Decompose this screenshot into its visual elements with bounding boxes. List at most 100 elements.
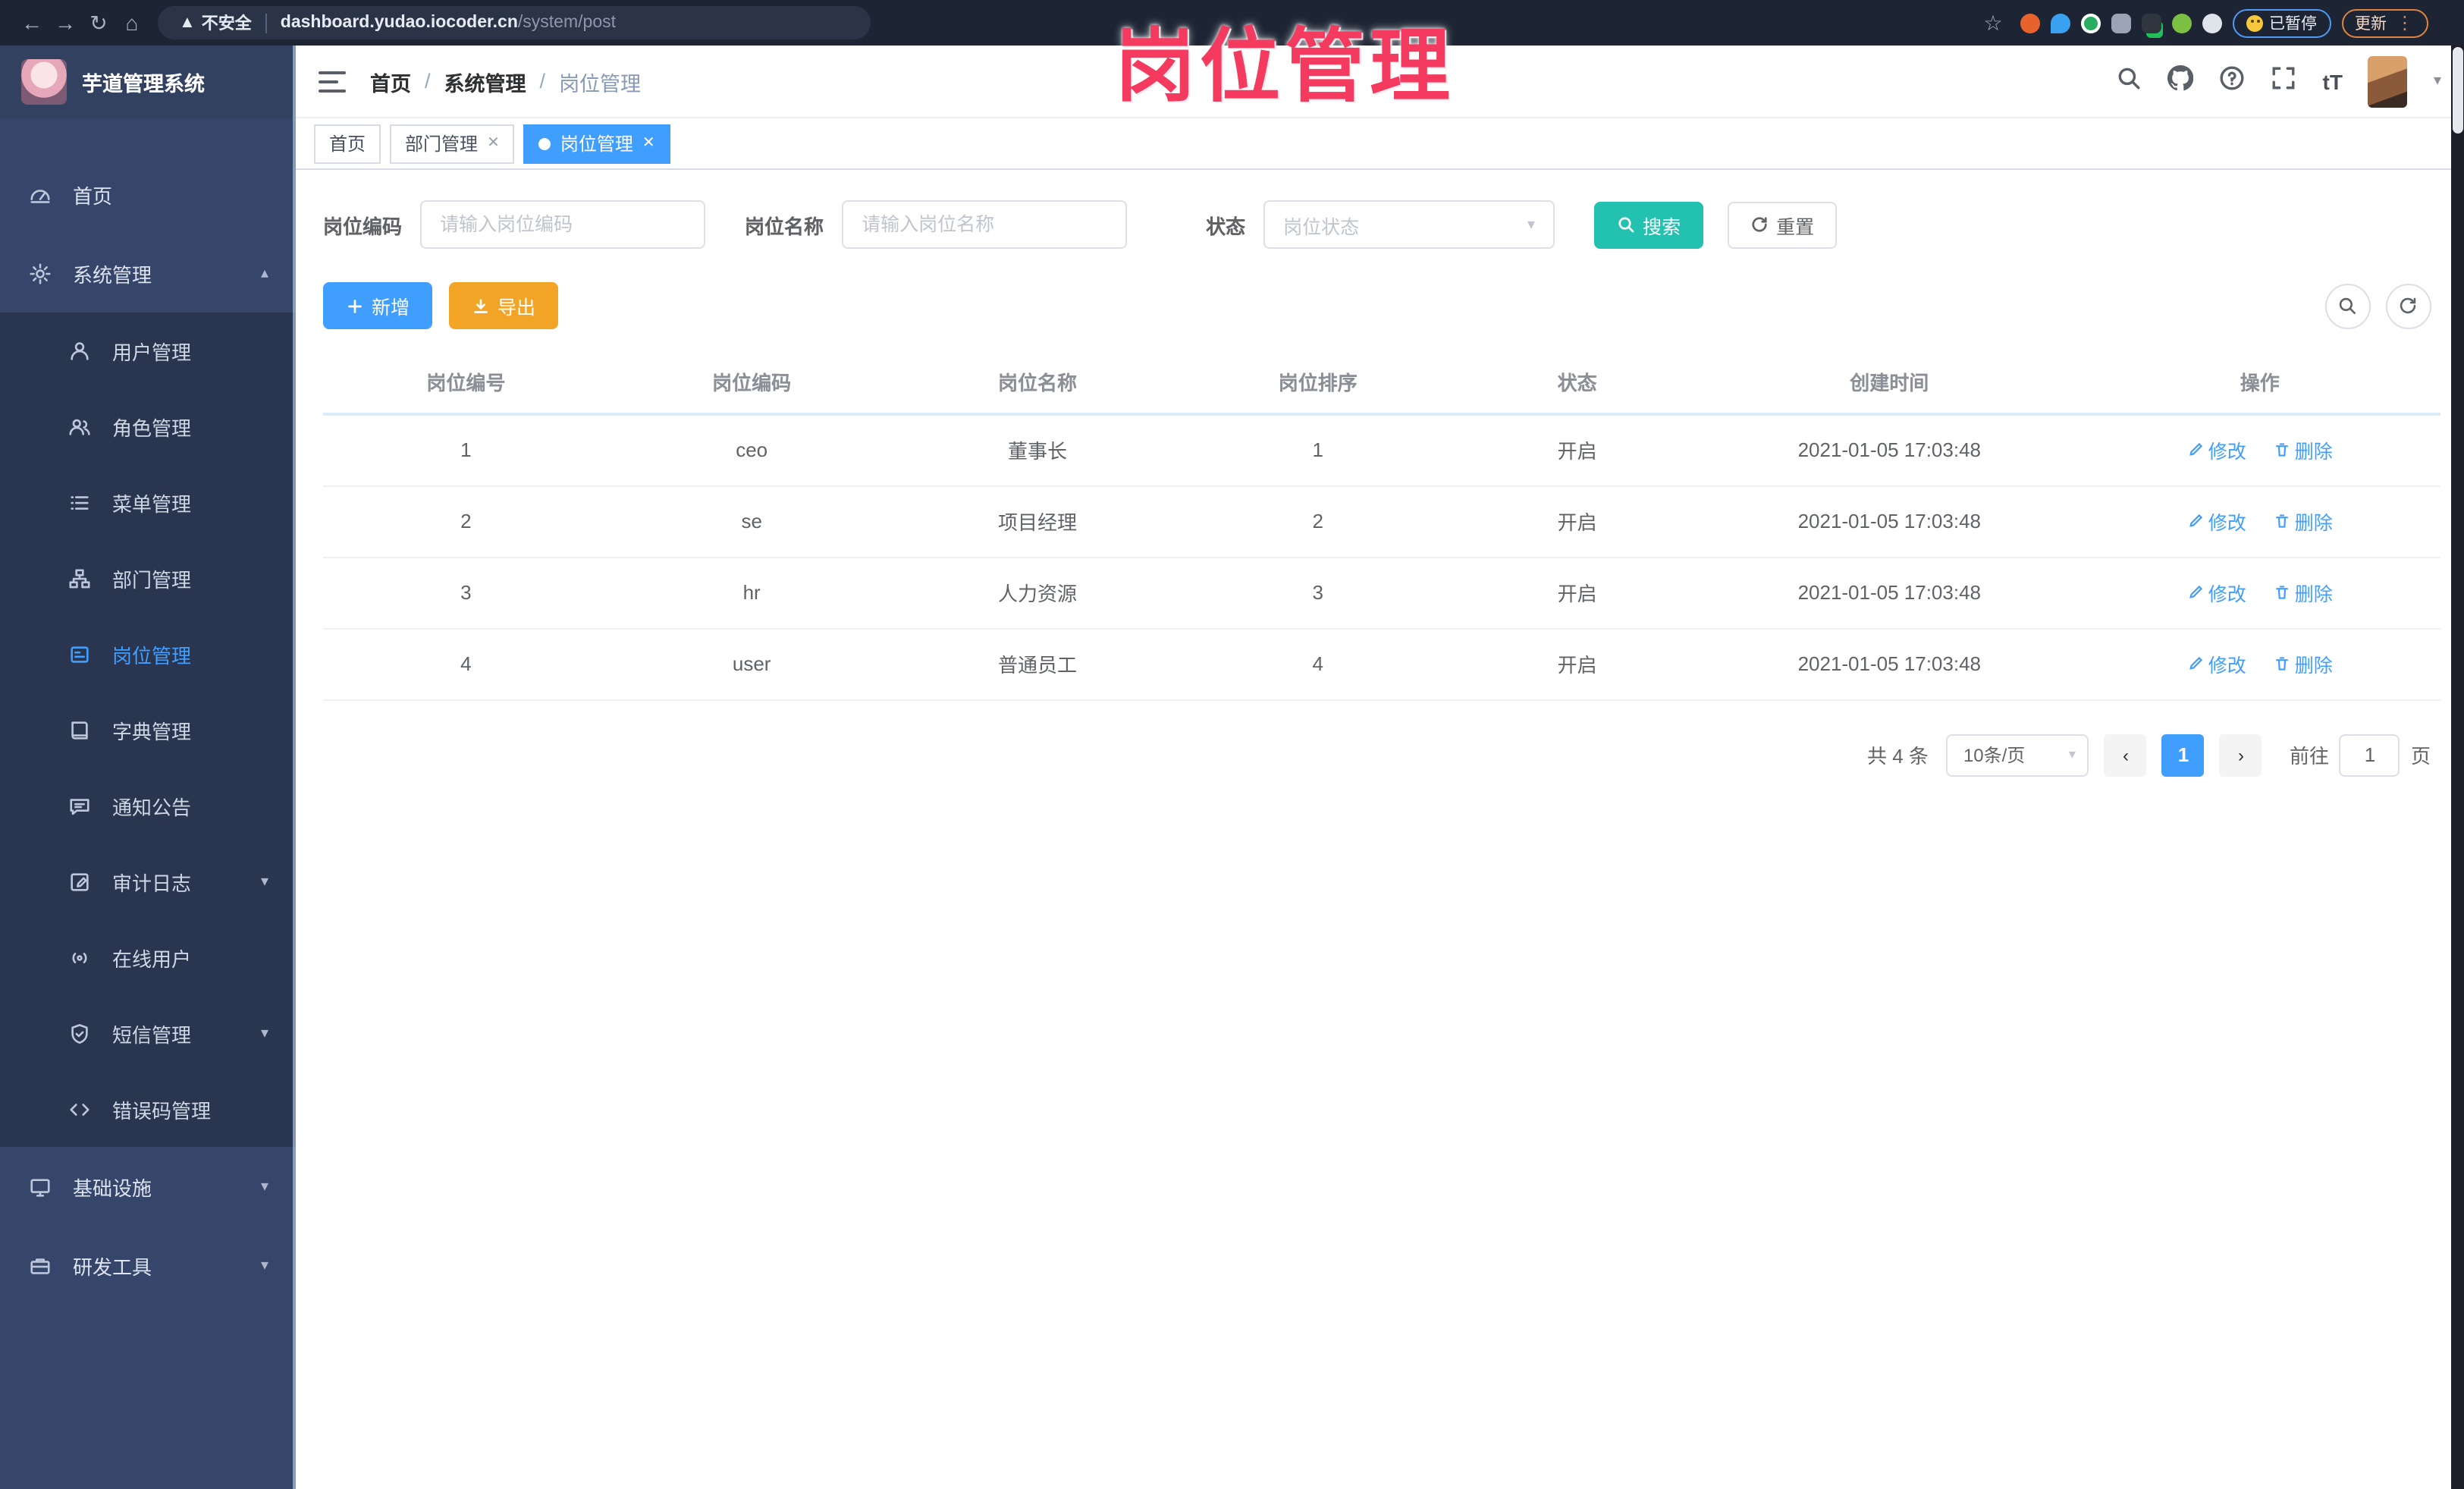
extension-icon[interactable]	[2202, 13, 2222, 33]
sidebar-item-home[interactable]: 首页	[0, 155, 296, 234]
table-header-row: 岗位编号 岗位编码 岗位名称 岗位排序 状态 创建时间 操作	[323, 350, 2440, 416]
bookmark-star-icon[interactable]: ☆	[1976, 10, 2010, 36]
table-row: 2 se 项目经理 2 开启 2021-01-05 17:03:48 修改 删除	[323, 485, 2440, 558]
posts-table: 岗位编号 岗位编码 岗位名称 岗位排序 状态 创建时间 操作 1 ceo 董事长…	[323, 350, 2440, 700]
sidebar-item-label: 部门管理	[112, 568, 192, 591]
extension-icon[interactable]	[2081, 13, 2101, 33]
sidebar-item-user-management[interactable]: 用户管理	[0, 313, 296, 388]
avatar-caret-icon[interactable]: ▾	[2434, 73, 2441, 90]
breadcrumb-separator: /	[539, 70, 546, 93]
security-warning[interactable]: ▲ 不安全	[179, 11, 252, 35]
search-button[interactable]: 搜索	[1594, 201, 1704, 248]
sidebar-item-infrastructure[interactable]: 基础设施 ▾	[0, 1147, 296, 1226]
toggle-search-button[interactable]	[2324, 283, 2370, 328]
browser-home-icon[interactable]: ⌂	[115, 11, 149, 35]
extension-icon[interactable]	[2172, 13, 2192, 33]
status-select-placeholder: 岗位状态	[1283, 216, 1360, 237]
reset-button-label: 重置	[1776, 216, 1815, 237]
browser-reload-icon[interactable]: ↻	[82, 10, 115, 36]
goto-page-input[interactable]	[2339, 734, 2400, 776]
sidebar-item-post-management[interactable]: 岗位管理	[0, 616, 296, 692]
code-icon	[67, 1097, 91, 1121]
browser-address-bar[interactable]: ▲ 不安全 dashboard.yudao.iocoder.cn /system…	[158, 6, 871, 39]
add-button[interactable]: 新增	[323, 282, 433, 329]
page-size-select[interactable]: 10条/页 ▾	[1946, 734, 2089, 776]
browser-update-button[interactable]: 更新 ⋮	[2341, 8, 2428, 37]
sidebar-item-label: 错误码管理	[112, 1099, 212, 1122]
font-size-icon[interactable]: tT	[2323, 69, 2343, 93]
delete-link[interactable]: 删除	[2274, 507, 2333, 536]
extension-icon[interactable]	[2111, 13, 2131, 33]
header-search-icon[interactable]	[2117, 64, 2142, 98]
cell-sort: 2	[1180, 485, 1456, 558]
delete-link[interactable]: 删除	[2274, 436, 2333, 465]
edit-link[interactable]: 修改	[2187, 578, 2246, 607]
sidebar-item-role-management[interactable]: 角色管理	[0, 388, 296, 464]
breadcrumb-system[interactable]: 系统管理	[444, 66, 526, 96]
tab-home[interactable]: 首页	[314, 124, 381, 163]
sidebar-item-online-users[interactable]: 在线用户	[0, 919, 296, 995]
sidebar-item-dict-management[interactable]: 字典管理	[0, 692, 296, 768]
cell-created: 2021-01-05 17:03:48	[1699, 557, 2080, 629]
sidebar-item-system-management[interactable]: 系统管理 ▴	[0, 234, 296, 313]
col-post-sort: 岗位排序	[1180, 350, 1456, 416]
tab-post-management[interactable]: 岗位管理 ✕	[523, 124, 670, 163]
sidebar-item-error-code-management[interactable]: 错误码管理	[0, 1071, 296, 1147]
breadcrumb-separator: /	[425, 70, 431, 93]
scrollbar-thumb[interactable]	[2452, 47, 2462, 134]
app-logo-image	[21, 59, 67, 105]
sidebar-item-dept-management[interactable]: 部门管理	[0, 540, 296, 616]
browser-scrollbar[interactable]	[2450, 46, 2464, 1489]
pagination: 共 4 条 10条/页 ▾ ‹ 1 › 前往 页	[323, 734, 2440, 776]
delete-link[interactable]: 删除	[2274, 578, 2333, 607]
edit-link[interactable]: 修改	[2187, 507, 2246, 536]
cell-sort: 1	[1180, 414, 1456, 486]
sidebar-item-menu-management[interactable]: 菜单管理	[0, 464, 296, 540]
close-icon[interactable]: ✕	[642, 135, 655, 152]
table-row: 1 ceo 董事长 1 开启 2021-01-05 17:03:48 修改 删除	[323, 414, 2440, 486]
browser-menu-icon[interactable]: ⋮	[2396, 12, 2414, 33]
prev-page-button[interactable]: ‹	[2104, 734, 2147, 776]
sidebar-collapse-icon[interactable]	[319, 71, 346, 92]
next-page-button[interactable]: ›	[2219, 734, 2262, 776]
cell-name: 人力资源	[894, 557, 1181, 629]
help-icon[interactable]	[2220, 64, 2246, 98]
edit-link[interactable]: 修改	[2187, 649, 2246, 678]
export-button-label: 导出	[498, 297, 536, 319]
screenshot-stage: 岗位管理 ← → ↻ ⌂ ▲ 不安全 dashboard.yudao.iocod…	[0, 0, 2464, 1489]
cell-id: 4	[323, 628, 609, 700]
post-code-input[interactable]	[420, 200, 706, 249]
browser-forward-icon[interactable]: →	[49, 11, 82, 35]
col-post-code: 岗位编码	[608, 350, 895, 416]
breadcrumb-home[interactable]: 首页	[370, 66, 411, 96]
page-number-1[interactable]: 1	[2161, 734, 2205, 776]
tab-dept-management[interactable]: 部门管理 ✕	[390, 124, 515, 163]
close-icon[interactable]: ✕	[487, 135, 500, 152]
reset-button[interactable]: 重置	[1728, 201, 1838, 248]
edit-link[interactable]: 修改	[2187, 436, 2246, 465]
table-row: 3 hr 人力资源 3 开启 2021-01-05 17:03:48 修改 删除	[323, 557, 2440, 629]
extension-icon[interactable]	[2142, 13, 2161, 33]
browser-back-icon[interactable]: ←	[15, 11, 49, 35]
sidebar-item-dev-tools[interactable]: 研发工具 ▾	[0, 1226, 296, 1305]
post-name-input[interactable]	[842, 200, 1128, 249]
sidebar-item-audit-log[interactable]: 审计日志 ▾	[0, 843, 296, 919]
extension-icon[interactable]	[2020, 13, 2040, 33]
extension-icon[interactable]	[2051, 13, 2070, 33]
sidebar-item-label: 系统管理	[73, 263, 152, 286]
avatar[interactable]	[2368, 55, 2408, 107]
refresh-table-button[interactable]	[2385, 283, 2431, 328]
cell-sort: 4	[1180, 628, 1456, 700]
delete-link[interactable]: 删除	[2274, 649, 2333, 678]
github-icon[interactable]	[2167, 64, 2194, 98]
message-icon	[67, 793, 91, 818]
export-button[interactable]: 导出	[449, 282, 559, 329]
sidebar-item-sms-management[interactable]: 短信管理 ▾	[0, 995, 296, 1071]
app-logo-row[interactable]: 芋道管理系统	[0, 46, 296, 118]
sidebar-item-notice[interactable]: 通知公告	[0, 768, 296, 843]
fullscreen-icon[interactable]	[2271, 64, 2297, 98]
chevron-down-icon: ▾	[2068, 746, 2076, 762]
extension-paused-badge[interactable]: 已暂停	[2233, 8, 2331, 37]
status-select[interactable]: 岗位状态 ▾	[1263, 200, 1555, 249]
sidebar-item-label: 通知公告	[112, 796, 192, 818]
